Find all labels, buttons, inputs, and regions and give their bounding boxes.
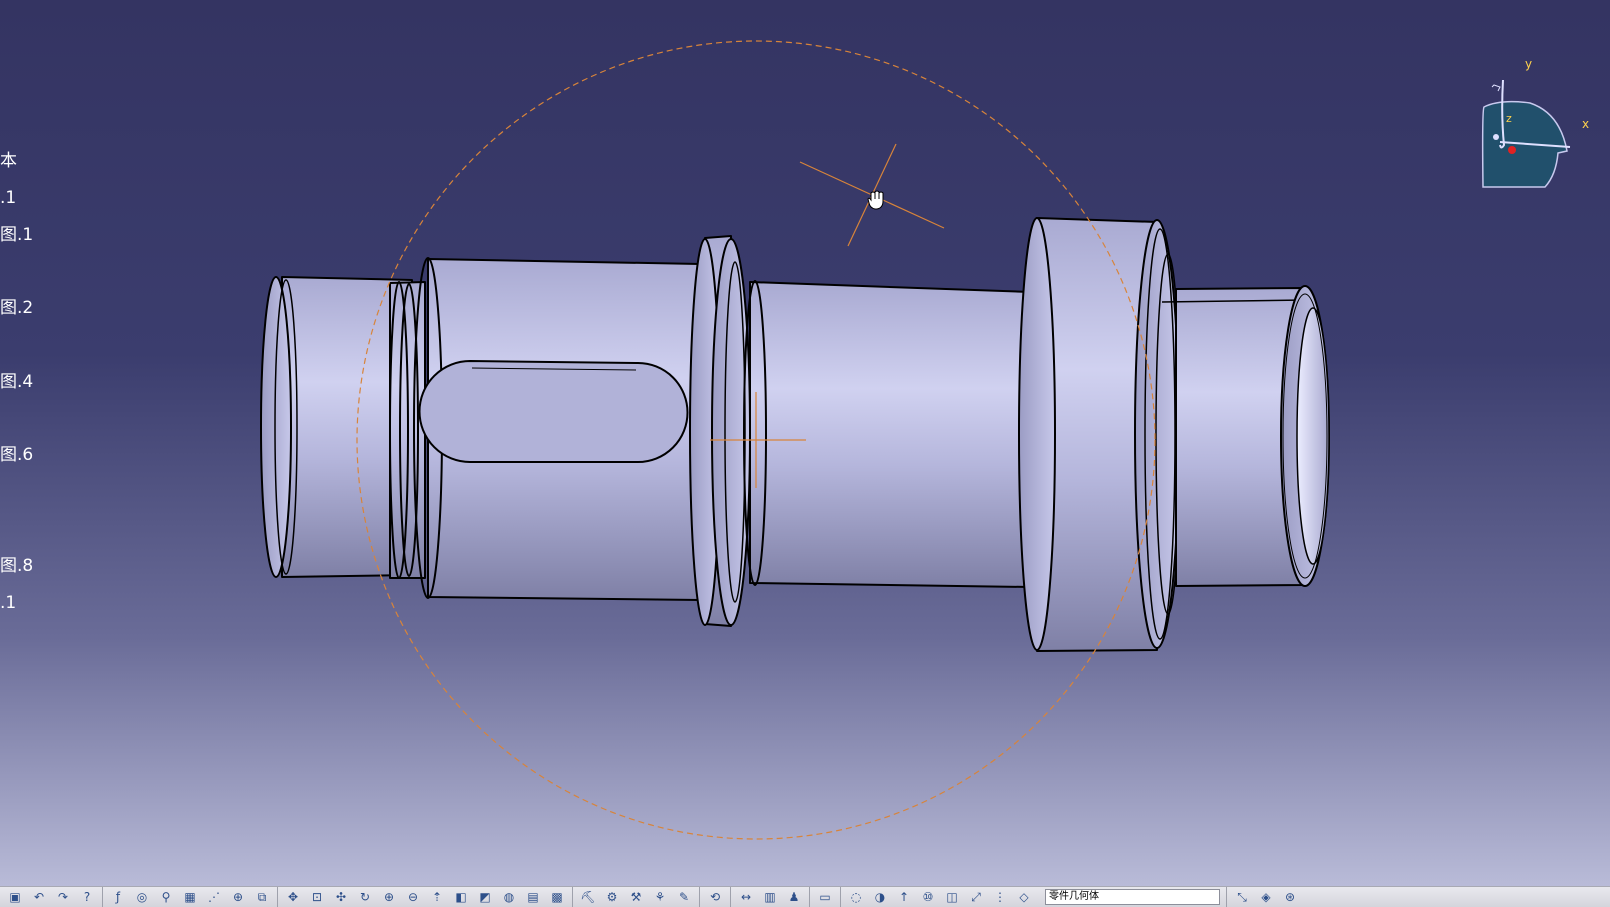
normal-view-icon[interactable]: ⇡ [428,889,446,905]
pan-icon[interactable]: ✥ [284,889,302,905]
compass-z-label: z [1506,112,1512,125]
iso-view-icon[interactable]: ◧ [452,889,470,905]
toolbar-group-update: ⟲ [700,887,731,907]
measure-between-icon[interactable]: ↔ [737,889,755,905]
toolbar-group-measure: ↔ ▥ ♟ [731,887,810,907]
undo-icon[interactable]: ↶ [30,889,48,905]
help-icon[interactable]: ? [78,889,96,905]
pointer-icon[interactable]: ♟ [785,889,803,905]
view-icon[interactable]: ◇ [1015,889,1033,905]
shading-icon[interactable]: ◩ [476,889,494,905]
formula-icon[interactable]: ƒ [109,889,127,905]
update-icon[interactable]: ⟲ [706,889,724,905]
inertia-icon[interactable]: ▥ [761,889,779,905]
toolbar-group-part: ⛏ ⚙ ⚒ ⚘ ✎ [573,887,700,907]
shaft-model[interactable] [0,0,1610,886]
compass-widget[interactable]: y x z [1470,55,1600,195]
cylinder-icon[interactable]: ◫ [943,889,961,905]
toolbar-group-view: ✥ ⊡ ✣ ↻ ⊕ ⊖ ⇡ ◧ ◩ ◍ ▤ ▩ [278,887,573,907]
swap-icon[interactable]: ▤ [524,889,542,905]
settings-icon[interactable]: ⚙ [603,889,621,905]
toolbar-group-constraints: ◌ ◑ ↑ ⑩ ◫ ⤢ ⋮ ◇ 零件几何体 [841,887,1227,907]
catalog-icon[interactable]: ◎ [133,889,151,905]
toolbar-group-material: ▭ [810,887,841,907]
rotate-view-icon[interactable]: ↻ [356,889,374,905]
tools-icon[interactable]: ⚒ [627,889,645,905]
shaft-left-end-face [260,276,292,578]
3d-icon[interactable]: ◈ [1257,889,1275,905]
sketch-icon[interactable]: ✎ [675,889,693,905]
plane-icon[interactable]: ⑩ [919,889,937,905]
zoom-in-icon[interactable]: ⊕ [380,889,398,905]
center-bore [1296,307,1330,565]
current-body-combo[interactable]: 零件几何体 [1045,889,1220,905]
compass-x-label: x [1582,117,1589,131]
grid-icon[interactable]: ▦ [181,889,199,905]
link-icon[interactable]: ⧉ [253,889,271,905]
fit-all-icon[interactable]: ⊡ [308,889,326,905]
render-icon[interactable]: ▩ [548,889,566,905]
annotation-icon[interactable]: ↑ [895,889,913,905]
toolbar-group-3d: ⤡ ◈ ⊛ [1227,887,1305,907]
hide-show-icon[interactable]: ◍ [500,889,518,905]
zoom-out-icon[interactable]: ⊖ [404,889,422,905]
keyway-slot [418,360,689,463]
bottom-toolbar: ▣ ↶ ↷ ? ƒ ◎ ⚲ ▦ ⋰ ⊕ ⧉ ✥ ⊡ ✣ ↻ ⊕ ⊖ ⇡ ◧ ◩ … [0,886,1610,907]
constraint-icon[interactable]: ◌ [847,889,865,905]
apply-material-icon[interactable]: ▭ [816,889,834,905]
select-icon[interactable]: ⛏ [579,889,597,905]
shaft-segment-middle [749,281,1031,588]
measure-icon[interactable]: ⚲ [157,889,175,905]
rotate-icon[interactable]: ✣ [332,889,350,905]
analysis-icon[interactable]: ⚘ [651,889,669,905]
compass-icon[interactable]: ⊛ [1281,889,1299,905]
compass-y-label: y [1525,57,1532,71]
toolbar-group-tools: ƒ ◎ ⚲ ▦ ⋰ ⊕ ⧉ [103,887,278,907]
lock-icon[interactable]: ⊕ [229,889,247,905]
toolbar-group-file: ▣ ↶ ↷ ? [0,887,103,907]
dimension-icon[interactable]: ◑ [871,889,889,905]
compass-origin[interactable] [1508,146,1516,154]
snap-icon[interactable]: ⋰ [205,889,223,905]
rescale-icon[interactable]: ⤡ [1233,889,1251,905]
save-icon[interactable]: ▣ [6,889,24,905]
redo-icon[interactable]: ↷ [54,889,72,905]
frame-icon[interactable]: ⤢ [967,889,985,905]
3d-viewport[interactable]: 本 .1 图.1 图.2 图.4 图.6 图.8 .1 y x z [0,0,1610,886]
axis-icon[interactable]: ⋮ [991,889,1009,905]
